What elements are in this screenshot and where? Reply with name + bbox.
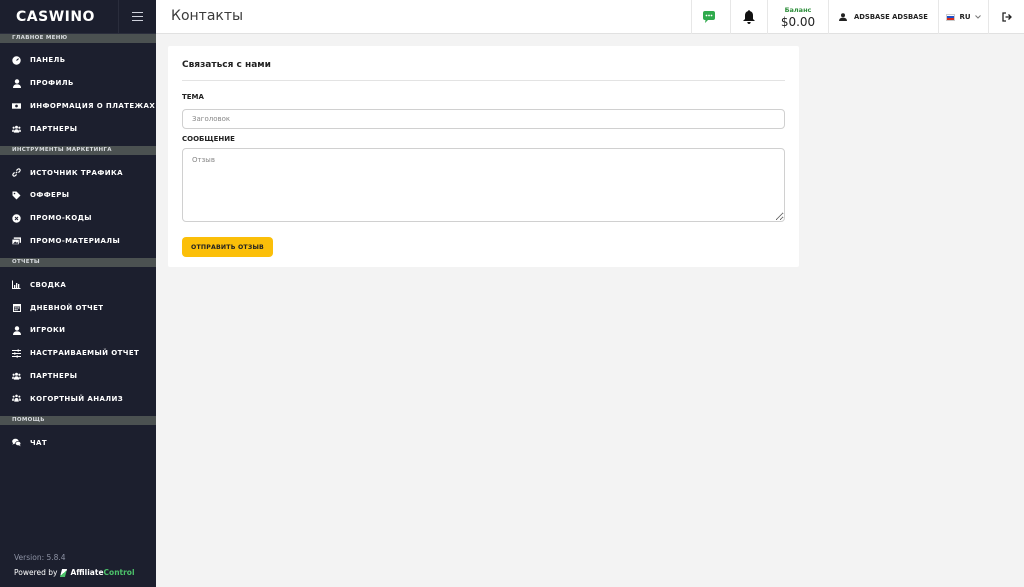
notifications-button[interactable] (730, 0, 767, 34)
sidebar: CASWINO ГЛАВНОЕ МЕНЮ ПАНЕЛЬ ПРОФИЛЬ ИНФОРМА… (0, 0, 156, 587)
sidebar-item[interactable]: ПАНЕЛЬ (0, 49, 156, 72)
sidebar-item[interactable]: КОГОРТНЫЙ АНАЛИЗ (0, 387, 156, 410)
sidebar-nav: ГЛАВНОЕ МЕНЮ ПАНЕЛЬ ПРОФИЛЬ ИНФОРМАЦИЯ О ПЛ… (0, 34, 156, 460)
sidebar-item[interactable]: НАСТРАИВАЕМЫЙ ОТЧЕТ (0, 342, 156, 365)
chat-icon (12, 438, 21, 447)
user-icon (12, 78, 21, 88)
sidebar-item[interactable]: ОФФЕРЫ (0, 184, 156, 207)
sidebar-item-label: ПРОФИЛЬ (30, 79, 74, 88)
user-icon (12, 326, 21, 335)
message-textarea[interactable] (182, 148, 785, 222)
chevron-down-icon (974, 15, 981, 19)
sidebar-item-label: ИНФОРМАЦИЯ О ПЛАТЕЖАХ (30, 101, 156, 110)
chat-button[interactable] (691, 0, 727, 34)
sidebar-item[interactable]: ПРОМО-МАТЕРИАЛЫ (0, 230, 156, 253)
sliders-icon (12, 349, 21, 358)
brand-logo[interactable]: CASWINO (0, 0, 118, 34)
link-icon (12, 168, 21, 177)
bell-icon (743, 10, 755, 24)
sidebar-item-label: ИСТОЧНИК ТРАФИКА (30, 168, 123, 177)
sidebar-item[interactable]: ПАРТНЕРЫ (0, 365, 156, 388)
russia-flag-icon (946, 13, 956, 21)
vendor-name-a: Affiliate (70, 568, 104, 577)
version-text: Version: 5.8.4 (14, 553, 66, 562)
cohort-icon (12, 394, 21, 403)
users-icon (12, 124, 21, 133)
sidebar-item[interactable]: ПАРТНЕРЫ (0, 117, 156, 140)
hamburger-icon (132, 9, 143, 24)
vendor-name-b: Control (103, 568, 135, 577)
language-selector[interactable]: RU (938, 0, 988, 34)
sidebar-item-label: КОГОРТНЫЙ АНАЛИЗ (30, 394, 124, 403)
user-menu[interactable]: ADSBASE ADSBASE (828, 0, 938, 34)
sidebar-section-items: ЧАТ (0, 425, 156, 460)
subject-label: ТЕМА (182, 93, 204, 101)
sidebar-item-label: ПАНЕЛЬ (30, 56, 66, 65)
sidebar-item-label: ПАРТНЕРЫ (30, 371, 78, 380)
sidebar-item-label: ПРОМО-МАТЕРИАЛЫ (30, 236, 121, 245)
user-name: ADSBASE ADSBASE (854, 13, 928, 21)
chat-bubble-icon (703, 10, 715, 23)
money-icon (12, 101, 21, 110)
promo-code-icon (12, 213, 21, 223)
users-icon (12, 371, 21, 380)
sidebar-item-label: ИГРОКИ (30, 326, 66, 335)
subject-input[interactable] (182, 109, 785, 129)
powered-by-label: Powered by (14, 568, 58, 577)
sidebar-item-label: ПРОМО-КОДЫ (30, 214, 92, 223)
submit-feedback-button[interactable]: ОТПРАВИТЬ ОТЗЫВ (182, 237, 273, 257)
sidebar-item-label: ПАРТНЕРЫ (30, 124, 78, 133)
sidebar-section-header: ГЛАВНОЕ МЕНЮ (0, 34, 156, 43)
sidebar-item[interactable]: СВОДКА (0, 273, 156, 296)
images-icon (12, 236, 21, 245)
page-title: Контакты (171, 8, 244, 24)
chart-icon (12, 280, 21, 290)
sidebar-item[interactable]: ИСТОЧНИК ТРАФИКА (0, 161, 156, 184)
sidebar-item-label: СВОДКА (30, 280, 67, 289)
contact-card: Связаться с нами ТЕМА СООБЩЕНИЕ ОТПРАВИТ… (168, 46, 799, 267)
message-label: СООБЩЕНИЕ (182, 135, 235, 143)
logout-button[interactable] (988, 0, 1024, 34)
logout-icon (1001, 12, 1012, 22)
dashboard-icon (12, 56, 21, 65)
sidebar-footer: Version: 5.8.4 Powered by Affiliate Cont… (14, 553, 135, 577)
sidebar-item[interactable]: ДНЕВНОЙ ОТЧЕТ (0, 296, 156, 319)
top-bar: Контакты Баланс $0.00 ADSBASE ADSBASE RU (156, 0, 1024, 34)
powered-by: Powered by Affiliate Control (14, 568, 135, 577)
sidebar-item[interactable]: ИГРОКИ (0, 319, 156, 342)
sidebar-section-items: ИСТОЧНИК ТРАФИКА ОФФЕРЫ ПРОМО-КОДЫ ПРОМО-МА… (0, 155, 156, 258)
menu-toggle-button[interactable] (118, 0, 156, 34)
balance-value: $0.00 (780, 14, 816, 29)
sidebar-section-header: ПОМОЩЬ (0, 416, 156, 426)
sidebar-item-label: НАСТРАИВАЕМЫЙ ОТЧЕТ (30, 349, 140, 358)
language-code: RU (959, 13, 971, 21)
sidebar-item-label: ЧАТ (30, 438, 48, 447)
sidebar-item[interactable]: ИНФОРМАЦИЯ О ПЛАТЕЖАХ (0, 95, 156, 118)
card-heading: Связаться с нами (182, 46, 785, 81)
brand-bar: CASWINO (0, 0, 156, 34)
sidebar-section-items: СВОДКА ДНЕВНОЙ ОТЧЕТ ИГРОКИ НАСТРАИВАЕМЫЙ О… (0, 267, 156, 416)
sidebar-item[interactable]: ЧАТ (0, 431, 156, 454)
sidebar-section-header: ИНСТРУМЕНТЫ МАРКЕТИНГА (0, 146, 156, 156)
sidebar-item[interactable]: ПРОМО-КОДЫ (0, 207, 156, 230)
balance-widget: Баланс $0.00 (767, 0, 828, 34)
calendar-icon (12, 303, 21, 313)
sidebar-section-header: ОТЧЕТЫ (0, 258, 156, 268)
tag-icon (12, 191, 21, 200)
sidebar-item-label: ДНЕВНОЙ ОТЧЕТ (30, 303, 104, 312)
balance-label: Баланс (784, 5, 812, 14)
sidebar-item[interactable]: ПРОФИЛЬ (0, 72, 156, 95)
affiliate-control-logo-icon (60, 568, 68, 577)
sidebar-section-items: ПАНЕЛЬ ПРОФИЛЬ ИНФОРМАЦИЯ О ПЛАТЕЖАХ ПАРТНЕ… (0, 43, 156, 146)
sidebar-item-label: ОФФЕРЫ (30, 191, 70, 200)
user-icon (839, 13, 848, 21)
